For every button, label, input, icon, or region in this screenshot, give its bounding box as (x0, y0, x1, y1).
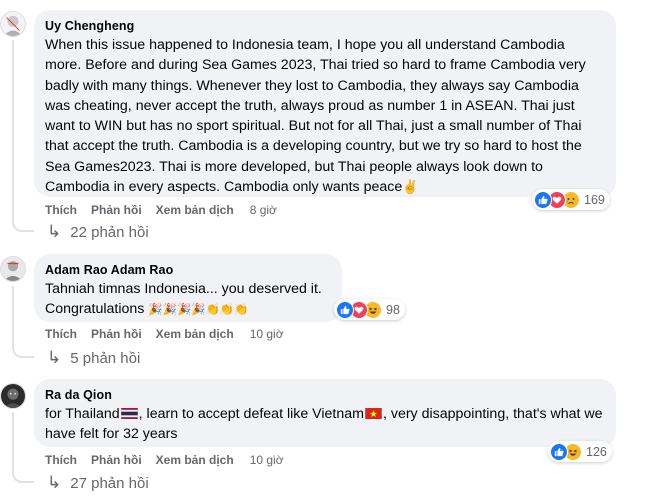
view-replies-button[interactable]: ↳ 22 phản hồi (47, 222, 149, 242)
thailand-flag-icon (120, 408, 138, 419)
comment-timestamp[interactable]: 10 giờ (250, 327, 284, 341)
comment-text-part-1: for Thailand (45, 406, 120, 422)
comment-bubble: Ra da Qion for Thailand , learn to accept… (34, 379, 616, 447)
vietnam-flag-icon (365, 408, 382, 419)
view-replies-button[interactable]: ↳ 5 phản hồi (47, 348, 140, 368)
comment-timestamp[interactable]: 8 giờ (250, 203, 277, 217)
thread-connector (12, 469, 34, 483)
comment-author[interactable]: Uy Chengheng (45, 18, 604, 34)
comment-text-line-2: Congratulations (45, 301, 145, 318)
avatar[interactable] (0, 11, 26, 37)
like-button[interactable]: Thích (45, 203, 77, 217)
like-icon (534, 190, 552, 209)
translate-button[interactable]: Xem bản dịch (156, 327, 234, 341)
reaction-summary[interactable]: 169 (532, 189, 610, 210)
comment-bubble: Adam Rao Adam Rao Tahniah timnas Indones… (34, 254, 342, 322)
view-replies-button[interactable]: ↳ 27 phản hồi (47, 473, 149, 493)
reaction-summary[interactable]: 126 (548, 441, 612, 462)
reply-button[interactable]: Phản hồi (91, 453, 142, 467)
reply-arrow-icon: ↳ (47, 473, 62, 492)
avatar[interactable] (0, 256, 26, 282)
reply-arrow-icon: ↳ (47, 348, 62, 367)
comment-body: When this issue happened to Indonesia te… (45, 37, 586, 196)
reaction-count: 169 (584, 192, 605, 207)
like-icon (336, 300, 354, 319)
like-button[interactable]: Thích (45, 453, 77, 467)
thread-line (12, 40, 14, 218)
comment-actions: Thích Phản hồi Xem bản dịch 10 giờ (45, 452, 284, 468)
comment-text-part-2: , learn to accept defeat like Vietnam (138, 406, 364, 422)
thread-connector (12, 218, 34, 232)
translate-button[interactable]: Xem bản dịch (156, 203, 234, 217)
comment-timestamp[interactable]: 10 giờ (250, 453, 284, 467)
thread-connector (12, 344, 34, 358)
comment-author[interactable]: Adam Rao Adam Rao (45, 262, 330, 278)
like-button[interactable]: Thích (45, 327, 77, 341)
thread-line (12, 286, 14, 344)
comment-bubble: Uy Chengheng When this issue happened to… (34, 10, 616, 197)
reply-button[interactable]: Phản hồi (91, 203, 142, 217)
like-icon (550, 442, 568, 461)
replies-count: 27 phản hồi (70, 474, 149, 492)
comment-text-line-1: Tahniah timnas Indonesia... you deserved… (45, 281, 322, 297)
comment-text: Tahniah timnas Indonesia... you deserved… (45, 279, 330, 320)
reaction-summary[interactable]: 98 (334, 299, 405, 320)
party-clap-emojis: 🎉🎉🎉🎉👏👏👏 (148, 304, 249, 317)
avatar[interactable] (0, 383, 26, 409)
comment-text: for Thailand , learn to accept defeat lik… (45, 404, 604, 445)
reply-arrow-icon: ↳ (47, 222, 62, 241)
reaction-count: 126 (586, 444, 607, 459)
comment-text: When this issue happened to Indonesia te… (45, 35, 604, 197)
replies-count: 22 phản hồi (70, 223, 149, 241)
reaction-count: 98 (386, 302, 400, 317)
reply-button[interactable]: Phản hồi (91, 327, 142, 341)
comment-actions: Thích Phản hồi Xem bản dịch 10 giờ (45, 326, 284, 342)
replies-count: 5 phản hồi (70, 349, 141, 367)
thread-line (12, 412, 14, 469)
translate-button[interactable]: Xem bản dịch (156, 453, 234, 467)
comment-actions: Thích Phản hồi Xem bản dịch 8 giờ (45, 202, 277, 218)
comment-author[interactable]: Ra da Qion (45, 387, 604, 403)
victory-hand-emoji: ✌ (402, 179, 419, 195)
